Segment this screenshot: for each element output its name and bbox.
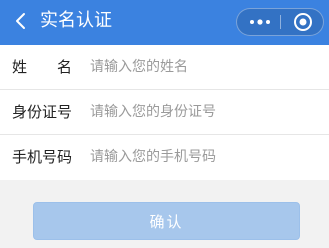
back-button[interactable] [6, 6, 36, 36]
more-button[interactable] [243, 11, 277, 33]
name-input[interactable] [90, 53, 315, 81]
name-label: 姓 名 [12, 58, 73, 76]
name-row: 姓 名 [0, 45, 329, 90]
confirm-button[interactable]: 确认 [33, 202, 300, 240]
capsule-divider [280, 15, 281, 29]
phone-input[interactable] [90, 143, 315, 171]
phone-label: 手机号码 [12, 148, 73, 166]
id-number-row: 身份证号 [0, 90, 329, 135]
target-circle-icon [294, 13, 312, 31]
more-dots-icon [250, 19, 270, 25]
close-mini-program-button[interactable] [287, 11, 319, 33]
chevron-left-icon [16, 13, 25, 29]
phone-row: 手机号码 [0, 135, 329, 180]
confirm-button-label: 确认 [149, 212, 184, 231]
navigation-bar: 实名认证 [0, 0, 329, 45]
id-number-input[interactable] [90, 98, 315, 126]
mini-program-capsule [236, 8, 324, 36]
id-number-label: 身份证号 [12, 103, 73, 121]
realname-form: 姓 名 身份证号 手机号码 [0, 45, 329, 180]
page-title: 实名认证 [40, 10, 112, 31]
